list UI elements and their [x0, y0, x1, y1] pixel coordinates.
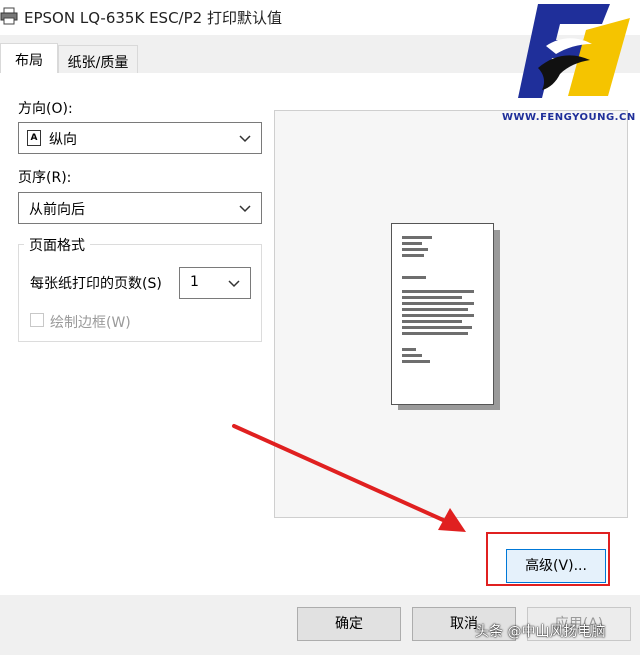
- logo-text: WWW.FENGYOUNG.CN: [502, 112, 636, 123]
- printer-icon: [0, 7, 18, 25]
- pages-per-sheet-dropdown[interactable]: 1: [179, 267, 251, 299]
- orientation-value: 纵向: [49, 132, 77, 148]
- draw-borders-checkbox[interactable]: [30, 313, 44, 327]
- fengyoung-logo: [518, 4, 630, 98]
- portrait-icon: A: [27, 130, 41, 146]
- orientation-label: 方向(O):: [18, 101, 73, 117]
- page-order-value: 从前向后: [29, 202, 85, 218]
- watermark-text: 头条 @中山风扬电脑: [475, 624, 606, 640]
- chevron-down-icon: [239, 135, 251, 143]
- page-order-dropdown[interactable]: 从前向后: [18, 192, 262, 224]
- pages-per-sheet-label: 每张纸打印的页数(S): [30, 276, 162, 292]
- chevron-down-icon: [228, 280, 240, 288]
- preview-page: [391, 223, 494, 405]
- orientation-dropdown[interactable]: A 纵向: [18, 122, 262, 154]
- window-title: EPSON LQ-635K ESC/P2 打印默认值: [24, 9, 282, 27]
- chevron-down-icon: [239, 205, 251, 213]
- ok-button[interactable]: 确定: [297, 607, 401, 641]
- tab-layout[interactable]: 布局: [0, 43, 58, 73]
- page-format-title: 页面格式: [24, 235, 90, 255]
- highlight-box: [486, 532, 610, 586]
- pages-per-sheet-value: 1: [190, 274, 199, 290]
- draw-borders-label: 绘制边框(W): [50, 315, 131, 331]
- tab-paper-quality[interactable]: 纸张/质量: [58, 45, 138, 73]
- page-order-label: 页序(R):: [18, 170, 72, 186]
